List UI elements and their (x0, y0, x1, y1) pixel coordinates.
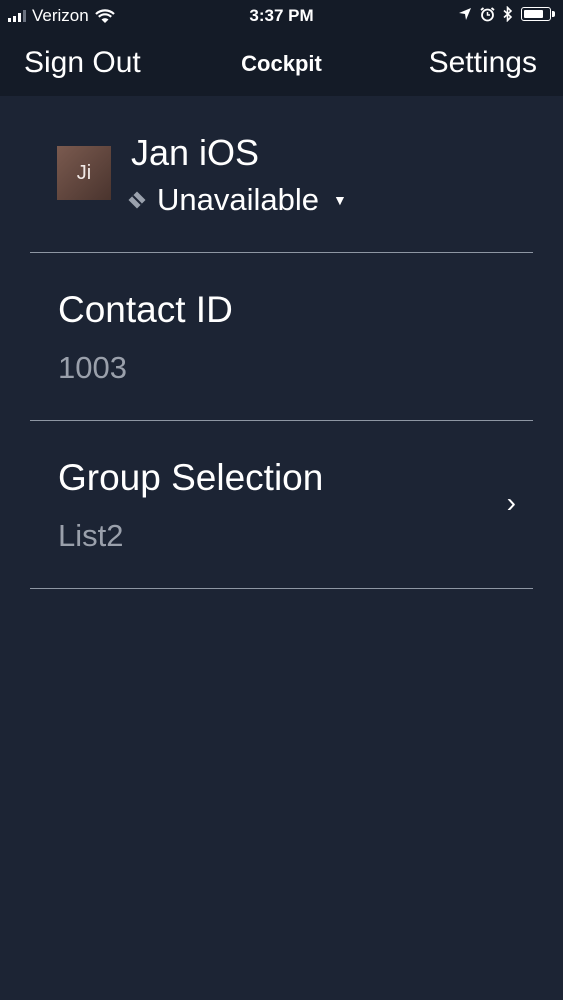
bluetooth-icon (503, 6, 513, 22)
dropdown-caret-icon: ▼ (333, 192, 347, 208)
chevron-right-icon: › (506, 487, 516, 518)
status-icons (458, 6, 555, 22)
avatar-initials: Ji (76, 161, 92, 184)
presence-status-icon (128, 191, 146, 209)
contact-id-row: Contact ID 1003 (0, 253, 563, 420)
top-bar: Verizon 3:37 PM Sign Out Cockpit Setting… (0, 0, 563, 96)
location-arrow-icon (459, 8, 471, 20)
group-selection-value: List2 (58, 518, 124, 553)
navigation-bar: Sign Out Cockpit Settings (0, 36, 563, 92)
contact-id-value: 1003 (58, 350, 127, 385)
divider (30, 588, 533, 589)
status-bar: Verizon 3:37 PM (0, 0, 563, 32)
alarm-icon (480, 6, 495, 21)
contact-id-label: Contact ID (58, 289, 233, 330)
user-name: Jan iOS (131, 132, 260, 173)
profile-section: Ji Jan iOS Unavailable ▼ (0, 96, 563, 252)
avatar[interactable]: Ji (57, 146, 111, 200)
settings-button[interactable]: Settings (429, 46, 537, 80)
group-selection-row[interactable]: Group Selection List2 › (0, 421, 563, 588)
battery-icon (521, 7, 555, 21)
presence-selector[interactable]: Unavailable ▼ (128, 182, 347, 218)
group-selection-label: Group Selection (58, 457, 324, 498)
presence-label: Unavailable (157, 182, 319, 217)
